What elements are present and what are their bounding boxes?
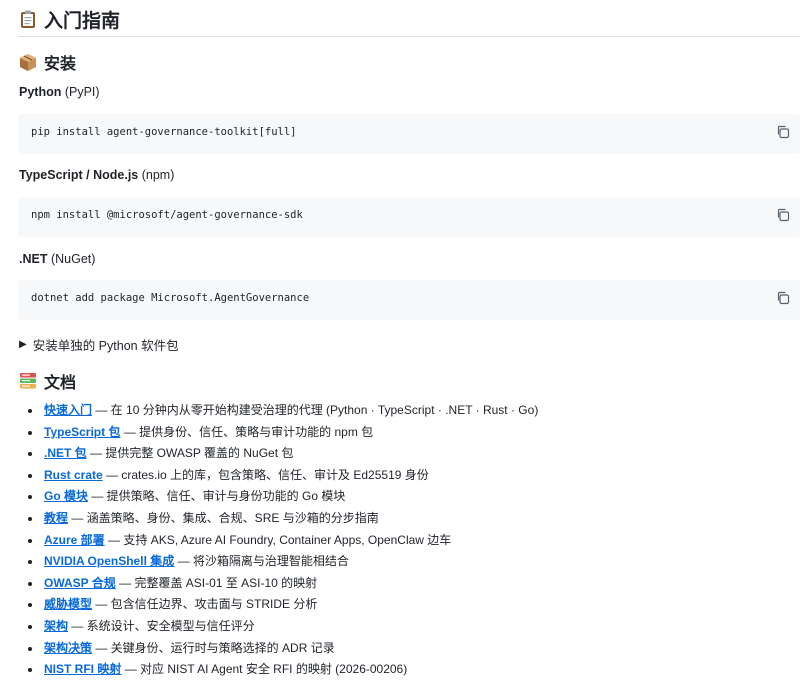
doc-desc: — 在 10 分钟内从零开始构建受治理的代理 (Python · TypeScr… <box>92 403 539 417</box>
list-item: .NET 包 — 提供完整 OWASP 覆盖的 NuGet 包 <box>42 443 800 465</box>
doc-link[interactable]: Go 模块 <box>44 489 88 503</box>
copy-icon[interactable] <box>776 208 790 222</box>
copy-icon[interactable] <box>776 125 790 139</box>
doc-desc: — 关键身份、运行时与策略选择的 ADR 记录 <box>92 640 335 655</box>
list-item: 教程 — 涵盖策略、身份、集成、合规、SRE 与沙箱的分步指南 <box>42 508 800 530</box>
doc-desc: — crates.io 上的库，包含策略、信任、审计及 Ed25519 身份 <box>102 467 429 482</box>
install-heading: 安装 <box>18 49 800 75</box>
package-registry: (NuGet) <box>50 252 96 266</box>
docs-heading-text: 文档 <box>44 375 77 392</box>
list-item: 威胁模型 — 包含信任边界、攻击面与 STRIDE 分析 <box>42 594 800 616</box>
list-item: 架构 — 系统设计、安全模型与信任评分 <box>42 616 800 638</box>
doc-link[interactable]: 快速入门 <box>44 403 92 417</box>
doc-desc: — 对应 NIST AI Agent 安全 RFI 的映射 (2026-0020… <box>121 662 408 677</box>
list-item: 快速入门 — 在 10 分钟内从零开始构建受治理的代理 (Python · Ty… <box>42 400 800 422</box>
list-item: 架构决策 — 关键身份、运行时与策略选择的 ADR 记录 <box>42 638 800 660</box>
dotnet-package-label: .NET (NuGet) <box>19 252 95 266</box>
doc-desc: — 提供身份、信任、策略与审计功能的 npm 包 <box>120 424 374 439</box>
doc-desc: — 系统设计、安全模型与信任评分 <box>68 618 255 633</box>
doc-link[interactable]: TypeScript 包 <box>44 425 120 439</box>
doc-desc: — 提供策略、信任、审计与身份功能的 Go 模块 <box>88 489 346 504</box>
page-heading: 入门指南 <box>18 4 800 37</box>
install-command: pip install agent-governance-toolkit[ful… <box>31 126 297 138</box>
books-icon <box>18 371 38 391</box>
doc-link[interactable]: NVIDIA OpenShell 集成 <box>44 554 174 568</box>
package-icon <box>18 52 38 72</box>
install-command: dotnet add package Microsoft.AgentGovern… <box>31 292 310 304</box>
doc-link[interactable]: 威胁模型 <box>44 597 92 611</box>
install-command: npm install @microsoft/agent-governance-… <box>31 209 303 221</box>
list-item: NVIDIA OpenShell 集成 — 将沙箱隔离与治理智能相结合 <box>42 551 800 573</box>
doc-link[interactable]: 架构 <box>44 619 68 633</box>
list-item: Go 模块 — 提供策略、信任、审计与身份功能的 Go 模块 <box>42 486 800 508</box>
python-package-label: Python (PyPI) <box>19 85 100 99</box>
doc-desc: — 完整覆盖 ASI-01 至 ASI-10 的映射 <box>115 575 318 590</box>
typescript-package-label: TypeScript / Node.js (npm) <box>19 168 174 182</box>
docs-heading: 文档 <box>18 368 800 394</box>
python-install-code-block[interactable]: pip install agent-governance-toolkit[ful… <box>18 114 800 154</box>
install-heading-text: 安装 <box>44 56 77 73</box>
doc-link[interactable]: 教程 <box>44 511 68 525</box>
python-packages-details-toggle[interactable]: ▶ 安装单独的 Python 软件包 <box>19 335 179 354</box>
package-name: TypeScript / Node.js <box>19 168 139 182</box>
clipboard-icon <box>18 9 38 29</box>
list-item: OWASP 合规 — 完整覆盖 ASI-01 至 ASI-10 的映射 <box>42 573 800 595</box>
readme-page: 入门指南 安装 Python (PyPI) pip install agent-… <box>0 0 800 692</box>
package-name: .NET <box>19 252 48 266</box>
doc-link[interactable]: Azure 部署 <box>44 533 105 547</box>
doc-link[interactable]: Rust crate <box>44 468 103 482</box>
package-registry: (npm) <box>141 168 175 182</box>
list-item: TypeScript 包 — 提供身份、信任、策略与审计功能的 npm 包 <box>42 422 800 444</box>
doc-desc: — 将沙箱隔离与治理智能相结合 <box>174 554 349 569</box>
doc-desc: — 支持 AKS, Azure AI Foundry, Container Ap… <box>104 532 452 547</box>
details-summary: 安装单独的 Python 软件包 <box>32 339 179 353</box>
docs-list: 快速入门 — 在 10 分钟内从零开始构建受治理的代理 (Python · Ty… <box>28 400 800 681</box>
npm-install-code-block[interactable]: npm install @microsoft/agent-governance-… <box>18 197 800 237</box>
doc-desc: — 包含信任边界、攻击面与 STRIDE 分析 <box>92 597 318 612</box>
doc-link[interactable]: .NET 包 <box>44 446 87 460</box>
copy-icon[interactable] <box>776 291 790 305</box>
package-name: Python <box>19 85 62 99</box>
doc-desc: — 涵盖策略、身份、集成、合规、SRE 与沙箱的分步指南 <box>68 510 379 525</box>
list-item: Azure 部署 — 支持 AKS, Azure AI Foundry, Con… <box>42 530 800 552</box>
doc-link[interactable]: OWASP 合规 <box>44 576 116 590</box>
page-title: 入门指南 <box>44 10 121 32</box>
doc-desc: — 提供完整 OWASP 覆盖的 NuGet 包 <box>86 446 294 461</box>
doc-link[interactable]: NIST RFI 映射 <box>44 662 121 676</box>
triangle-right-icon: ▶ <box>19 339 27 350</box>
package-registry: (PyPI) <box>64 85 100 99</box>
doc-link[interactable]: 架构决策 <box>44 641 92 655</box>
list-item: Rust crate — crates.io 上的库，包含策略、信任、审计及 E… <box>42 465 800 487</box>
dotnet-install-code-block[interactable]: dotnet add package Microsoft.AgentGovern… <box>18 280 800 320</box>
list-item: NIST RFI 映射 — 对应 NIST AI Agent 安全 RFI 的映… <box>42 659 800 681</box>
